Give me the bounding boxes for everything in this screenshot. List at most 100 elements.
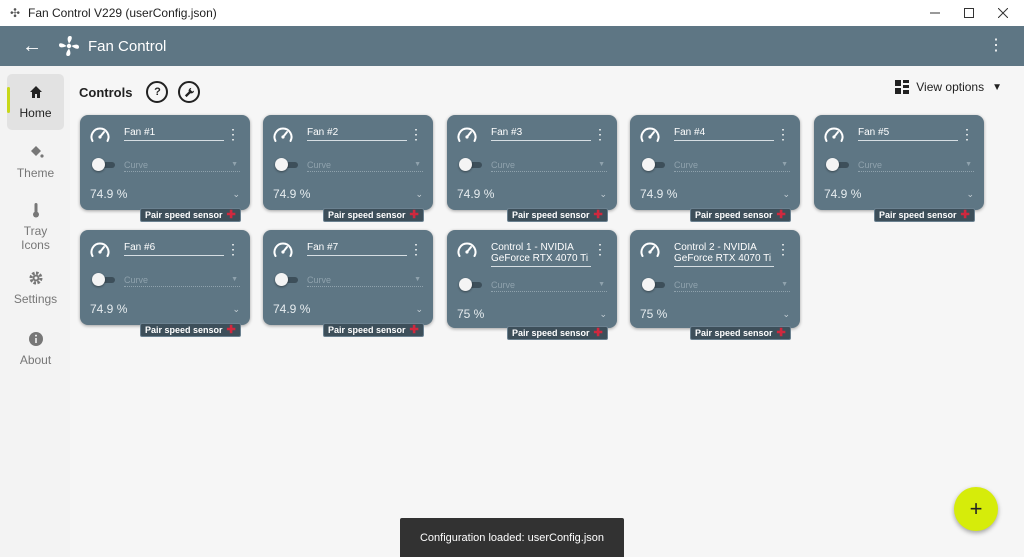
control-card[interactable]: Fan #2 ⋮ Curve ▼ 74.9 % ⌄	[263, 115, 433, 210]
info-icon	[28, 331, 44, 351]
enable-toggle[interactable]	[92, 273, 116, 286]
control-name-field[interactable]: Fan #5	[858, 127, 958, 141]
sidebar-item-about[interactable]: About	[7, 331, 64, 367]
enable-toggle[interactable]	[92, 158, 116, 171]
curve-select[interactable]: Curve ▼	[858, 159, 974, 172]
control-card[interactable]: Fan #6 ⋮ Curve ▼ 74.9 % ⌄	[80, 230, 250, 325]
chevron-down-icon: ▼	[231, 161, 238, 168]
close-button[interactable]	[986, 0, 1020, 26]
pair-speed-sensor-button[interactable]: Pair speed sensor ✚	[323, 208, 424, 222]
more-vertical-icon[interactable]: ⋮	[593, 242, 607, 256]
control-name-field[interactable]: Fan #4	[674, 127, 774, 141]
control-name-field[interactable]: Fan #2	[307, 127, 407, 141]
curve-select[interactable]: Curve ▼	[674, 159, 790, 172]
enable-toggle[interactable]	[275, 273, 299, 286]
expand-chevron-icon[interactable]: ⌄	[415, 189, 423, 200]
control-card[interactable]: Control 2 - NVIDIA GeForce RTX 4070 Ti ⋮ C…	[630, 230, 800, 328]
app-bar: ← Fan Control ⋮	[0, 26, 1024, 66]
expand-chevron-icon[interactable]: ⌄	[599, 189, 607, 200]
sidebar-item-label: Theme	[16, 166, 55, 180]
enable-toggle[interactable]	[459, 278, 483, 291]
sidebar-item-tray-icons[interactable]: Tray Icons	[7, 202, 64, 252]
expand-chevron-icon[interactable]: ⌄	[782, 189, 790, 200]
minimize-button[interactable]	[918, 0, 952, 26]
pair-speed-sensor-label: Pair speed sensor	[695, 328, 773, 338]
question-icon[interactable]: ?	[146, 81, 169, 103]
pair-speed-sensor-button[interactable]: Pair speed sensor ✚	[323, 323, 424, 337]
curve-select[interactable]: Curve ▼	[491, 279, 607, 292]
curve-select[interactable]: Curve ▼	[124, 159, 240, 172]
pair-speed-sensor-label: Pair speed sensor	[145, 325, 223, 335]
more-vertical-icon[interactable]: ⋮	[226, 242, 240, 256]
more-vertical-icon[interactable]: ⋮	[776, 242, 790, 256]
sidebar-item-settings[interactable]: Settings	[7, 270, 64, 306]
pair-speed-sensor-label: Pair speed sensor	[328, 325, 406, 335]
wrench-icon[interactable]	[178, 81, 201, 103]
control-name-field[interactable]: Control 1 - NVIDIA GeForce RTX 4070 Ti	[491, 242, 591, 267]
more-vertical-icon[interactable]: ⋮	[776, 127, 790, 141]
more-vertical-icon[interactable]: ⋮	[960, 127, 974, 141]
pair-speed-sensor-button[interactable]: Pair speed sensor ✚	[140, 323, 241, 337]
control-name-field[interactable]: Fan #1	[124, 127, 224, 141]
control-card[interactable]: Fan #7 ⋮ Curve ▼ 74.9 % ⌄	[263, 230, 433, 325]
pair-speed-sensor-button[interactable]: Pair speed sensor ✚	[874, 208, 975, 222]
sidebar	[0, 66, 70, 557]
enable-toggle[interactable]	[275, 158, 299, 171]
chevron-down-icon: ▼	[781, 281, 788, 288]
arrow-left-icon[interactable]: ←	[17, 35, 47, 58]
enable-toggle[interactable]	[826, 158, 850, 171]
cross-icon: ✚	[409, 324, 419, 336]
curve-select[interactable]: Curve ▼	[307, 274, 423, 287]
control-name-field[interactable]: Control 2 - NVIDIA GeForce RTX 4070 Ti	[674, 242, 774, 267]
control-card[interactable]: Fan #3 ⋮ Curve ▼ 74.9 % ⌄	[447, 115, 617, 210]
more-vertical-icon[interactable]: ⋮	[409, 242, 423, 256]
expand-chevron-icon[interactable]: ⌄	[782, 309, 790, 320]
control-name-field[interactable]: Fan #6	[124, 242, 224, 256]
sidebar-item-theme[interactable]: Theme	[7, 144, 64, 180]
speedometer-icon	[272, 125, 294, 147]
curve-select[interactable]: Curve ▼	[491, 159, 607, 172]
more-vertical-icon[interactable]: ⋮	[988, 36, 1004, 56]
more-vertical-icon[interactable]: ⋮	[593, 127, 607, 141]
add-control-button[interactable]: +	[954, 487, 998, 531]
speedometer-icon	[456, 125, 478, 147]
more-vertical-icon[interactable]: ⋮	[226, 127, 240, 141]
pair-speed-sensor-button[interactable]: Pair speed sensor ✚	[507, 326, 608, 340]
control-card[interactable]: Fan #5 ⋮ Curve ▼ 74.9 % ⌄	[814, 115, 984, 210]
pair-speed-sensor-button[interactable]: Pair speed sensor ✚	[140, 208, 241, 222]
curve-select[interactable]: Curve ▼	[674, 279, 790, 292]
control-value: 74.9 %	[457, 187, 495, 201]
enable-toggle[interactable]	[642, 158, 666, 171]
expand-chevron-icon[interactable]: ⌄	[232, 189, 240, 200]
control-value: 74.9 %	[273, 187, 311, 201]
control-value: 74.9 %	[90, 187, 128, 201]
control-card[interactable]: Fan #4 ⋮ Curve ▼ 74.9 % ⌄	[630, 115, 800, 210]
view-options-button[interactable]: View options ▼	[895, 80, 1002, 94]
expand-chevron-icon[interactable]: ⌄	[415, 304, 423, 315]
expand-chevron-icon[interactable]: ⌄	[966, 189, 974, 200]
control-card[interactable]: Control 1 - NVIDIA GeForce RTX 4070 Ti ⋮ C…	[447, 230, 617, 328]
pair-speed-sensor-button[interactable]: Pair speed sensor ✚	[690, 208, 791, 222]
expand-chevron-icon[interactable]: ⌄	[599, 309, 607, 320]
sidebar-item-home[interactable]: Home	[7, 74, 64, 130]
cross-icon: ✚	[960, 209, 970, 221]
control-card[interactable]: Fan #1 ⋮ Curve ▼ 74.9 % ⌄	[80, 115, 250, 210]
control-name-field[interactable]: Fan #7	[307, 242, 407, 256]
speedometer-icon	[823, 125, 845, 147]
expand-chevron-icon[interactable]: ⌄	[232, 304, 240, 315]
control-value: 74.9 %	[273, 302, 311, 316]
cross-icon: ✚	[409, 209, 419, 221]
curve-select[interactable]: Curve ▼	[124, 274, 240, 287]
more-vertical-icon[interactable]: ⋮	[409, 127, 423, 141]
fan-icon	[59, 36, 79, 56]
pair-speed-sensor-button[interactable]: Pair speed sensor ✚	[690, 326, 791, 340]
curve-select[interactable]: Curve ▼	[307, 159, 423, 172]
pair-speed-sensor-button[interactable]: Pair speed sensor ✚	[507, 208, 608, 222]
toggle-knob	[826, 158, 839, 171]
enable-toggle[interactable]	[642, 278, 666, 291]
control-name-field[interactable]: Fan #3	[491, 127, 591, 141]
maximize-button[interactable]	[952, 0, 986, 26]
enable-toggle[interactable]	[459, 158, 483, 171]
toggle-knob	[642, 158, 655, 171]
curve-select-value: Curve	[307, 275, 332, 285]
